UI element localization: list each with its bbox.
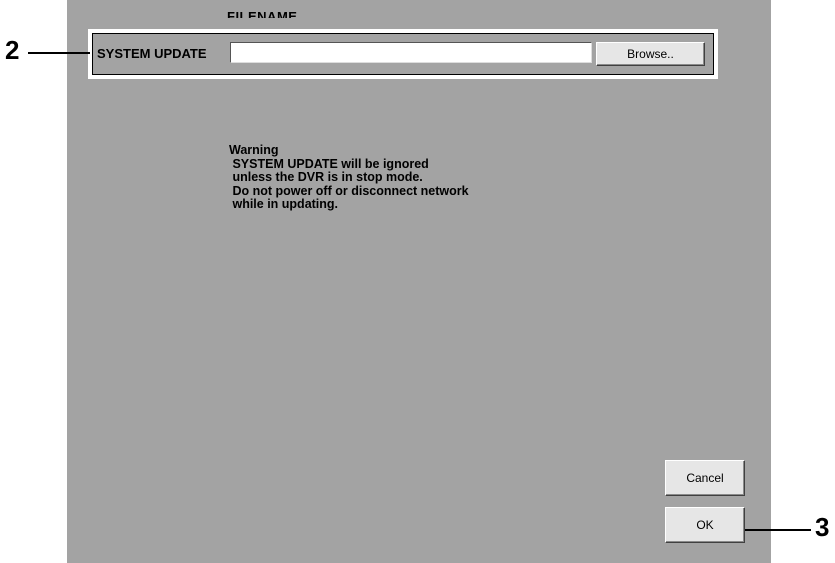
warning-message: Warning SYSTEM UPDATE will be ignored un… — [229, 143, 469, 212]
browse-button[interactable]: Browse.. — [596, 42, 705, 66]
warning-title: Warning — [229, 143, 279, 157]
callout-number-3: 3 — [815, 512, 830, 542]
warning-line: Do not power off or disconnect network — [229, 183, 469, 198]
callout-line-2 — [28, 52, 90, 54]
file-path-input[interactable] — [230, 42, 592, 63]
callout-line-3 — [745, 529, 811, 531]
warning-line: unless the DVR is in stop mode. — [229, 170, 423, 184]
ok-button[interactable]: OK — [665, 507, 745, 543]
filename-header: FILENAME — [227, 9, 298, 18]
callout-number-2: 2 — [5, 35, 20, 65]
warning-line: while in updating. — [229, 197, 339, 211]
warning-line: SYSTEM UPDATE will be ignored — [229, 156, 429, 171]
cancel-button[interactable]: Cancel — [665, 460, 745, 496]
system-update-label: SYSTEM UPDATE — [97, 46, 207, 61]
